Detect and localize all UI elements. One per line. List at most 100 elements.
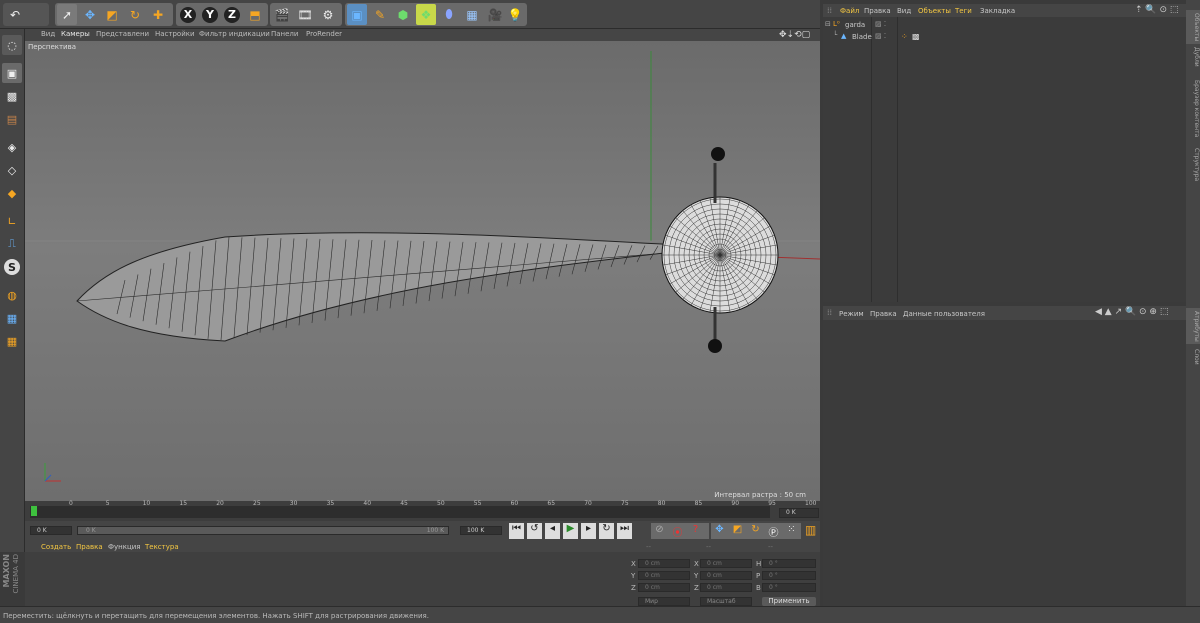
visibility-toggle-icon[interactable]: ▨ ⁚ — [875, 32, 886, 40]
menu-prorender[interactable]: ProRender — [306, 30, 342, 38]
timeline-window-icon[interactable]: ▥ — [805, 523, 816, 537]
previous-key-icon[interactable]: ↺ — [527, 523, 542, 539]
scale-icon[interactable]: ◩ — [102, 4, 122, 25]
tab-structure[interactable]: Структура — [1186, 148, 1200, 182]
workplane-icon[interactable]: ▦ — [2, 308, 22, 328]
start-frame-field[interactable]: 0 K — [30, 526, 72, 535]
coord-value-field[interactable]: 0 cm — [638, 559, 690, 568]
key-parameter-icon[interactable]: Ⓟ — [766, 524, 781, 539]
record-icon[interactable]: ⦿ — [670, 524, 685, 539]
light-icon[interactable]: 💡 — [505, 4, 525, 25]
menu-panels[interactable]: Панели — [271, 30, 298, 38]
am-menu-edit[interactable]: Правка — [870, 310, 897, 318]
om-menu-view[interactable]: Вид — [897, 7, 911, 15]
subdivision-icon[interactable]: ⬢ — [393, 4, 413, 25]
menu-filter[interactable]: Фильтр индикации — [199, 30, 270, 38]
coord-value-field[interactable]: 0 cm — [638, 583, 690, 592]
rotate-icon[interactable]: ↻ — [125, 4, 145, 25]
render-picture-queue-icon[interactable]: 🎞 — [295, 4, 315, 25]
menu-view[interactable]: Вид — [41, 30, 55, 38]
timeline-track[interactable] — [30, 506, 770, 518]
model-mode-icon[interactable]: ▣ — [2, 63, 22, 83]
object-name[interactable]: garda — [845, 21, 865, 29]
coord-size-mode-dropdown[interactable]: Масштаб — [700, 597, 752, 606]
next-key-icon[interactable]: ↻ — [599, 523, 614, 539]
material-tag-icon[interactable]: ▩ — [912, 32, 920, 41]
tab-takes[interactable]: Дубли — [1186, 44, 1200, 70]
coord-value-field[interactable]: 0 cm — [700, 559, 752, 568]
om-menu-file[interactable]: Файл — [840, 7, 859, 15]
undo-icon[interactable]: ↶ — [6, 4, 24, 25]
coord-value-field[interactable]: 0 cm — [638, 571, 690, 580]
menu-options[interactable]: Настройки — [155, 30, 195, 38]
menu-create[interactable]: Создать — [41, 543, 71, 551]
am-menu-mode[interactable]: Режим — [839, 310, 864, 318]
previous-frame-icon[interactable]: ◂ — [545, 523, 560, 539]
viewport[interactable]: Перспектива Интервал растра : 50 cm — [25, 41, 820, 501]
apply-button[interactable]: Применить — [762, 597, 816, 606]
autokey-icon[interactable]: ? — [688, 524, 703, 538]
key-pla-icon[interactable]: ⁙ — [784, 524, 799, 538]
key-rotation-icon[interactable]: ↻ — [748, 524, 763, 538]
edges-mode-icon[interactable]: ◇ — [2, 160, 22, 180]
timeline[interactable]: 0 5 10 15 20 25 30 35 40 45 50 55 60 65 70 75 80 85 90 95 10… — [25, 500, 820, 521]
snap-icon[interactable]: S — [2, 257, 22, 277]
keyframe-icon[interactable]: ⊘ — [652, 524, 667, 538]
tab-objects[interactable]: Объекты — [1186, 10, 1200, 44]
om-menu-edit[interactable]: Правка — [864, 7, 891, 15]
menu-function[interactable]: Функция — [108, 543, 141, 551]
playhead-marker[interactable] — [31, 506, 37, 516]
move-icon[interactable]: ✥ — [80, 4, 100, 25]
coord-value-field[interactable]: 0 cm — [700, 571, 752, 580]
tab-attributes[interactable]: Атрибуты — [1186, 308, 1200, 344]
coord-value-field[interactable]: 0 ° — [762, 583, 816, 592]
points-mode-icon[interactable]: ◈ — [2, 137, 22, 157]
om-menu-bookmarks[interactable]: Закладка — [980, 7, 1015, 15]
viewport-nav-icon[interactable]: ✥⇣⟲▢ — [779, 30, 810, 40]
am-nav-icons[interactable]: ◀ ▲ ↗ 🔍 ⊙ ⊕ ⬚ — [1095, 307, 1168, 317]
go-to-start-icon[interactable]: ⏮ — [509, 523, 524, 539]
current-frame-field[interactable]: 0 K — [779, 508, 819, 518]
tab-content-browser[interactable]: Браузер контента — [1186, 72, 1200, 146]
am-menu-userdata[interactable]: Данные пользователя — [903, 310, 985, 318]
expand-icon[interactable]: ⊟ — [825, 20, 831, 28]
visibility-toggle-icon[interactable]: ▨ ⁚ — [875, 20, 886, 28]
x-axis-icon[interactable]: X — [178, 4, 198, 25]
object-name[interactable]: Blade — [852, 33, 872, 41]
coord-value-field[interactable]: 0 ° — [762, 571, 816, 580]
tweak-mode-icon[interactable]: ⎍ — [2, 234, 22, 254]
go-to-end-icon[interactable]: ⏭ — [617, 523, 632, 539]
cube-primitive-icon[interactable]: ▣ — [347, 4, 367, 25]
play-icon[interactable]: ▶ — [563, 523, 578, 539]
make-editable-icon[interactable]: ◌ — [2, 35, 22, 55]
workplane-mode-icon[interactable]: ▤ — [2, 109, 22, 129]
array-icon[interactable]: ❖ — [416, 4, 436, 25]
magnet-icon[interactable]: ◍ — [2, 285, 22, 305]
menu-display[interactable]: Представлени — [96, 30, 149, 38]
tab-layers[interactable]: Слои — [1186, 346, 1200, 368]
coord-value-field[interactable]: 0 ° — [762, 559, 816, 568]
polygons-mode-icon[interactable]: ◆ — [2, 183, 22, 203]
end-frame-field[interactable]: 100 K — [460, 526, 502, 535]
select-arrow-icon[interactable]: ➚ — [57, 4, 77, 25]
key-scale-icon[interactable]: ◩ — [730, 524, 745, 538]
object-row[interactable]: └ ▲ Blade ▨ ⁚ ⁘ ▩ — [823, 31, 1186, 42]
coordinate-system-icon[interactable]: ⬒ — [245, 4, 265, 25]
deformer-icon[interactable]: ⬮ — [439, 4, 459, 25]
next-frame-icon[interactable]: ▸ — [581, 523, 596, 539]
pen-spline-icon[interactable]: ✎ — [370, 4, 390, 25]
z-axis-icon[interactable]: Z — [222, 4, 242, 25]
om-menu-objects[interactable]: Объекты — [918, 7, 951, 15]
render-view-icon[interactable]: 🎬 — [272, 4, 292, 25]
coord-mode-dropdown[interactable]: Мир — [638, 597, 690, 606]
camera-icon[interactable]: 🎥 — [485, 4, 505, 25]
key-position-icon[interactable]: ✥ — [712, 524, 727, 538]
om-nav-icons[interactable]: ⇡ 🔍 ⊙ ⬚ — [1135, 5, 1178, 15]
menu-texture[interactable]: Текстура — [145, 543, 179, 551]
texture-mode-icon[interactable]: ▩ — [2, 86, 22, 106]
add-icon[interactable]: ✚ — [148, 4, 168, 25]
floor-environment-icon[interactable]: ▦ — [462, 4, 482, 25]
axis-mode-icon[interactable]: ∟ — [2, 211, 22, 231]
phong-tag-icon[interactable]: ⁘ — [901, 32, 908, 41]
menu-edit[interactable]: Правка — [76, 543, 103, 551]
